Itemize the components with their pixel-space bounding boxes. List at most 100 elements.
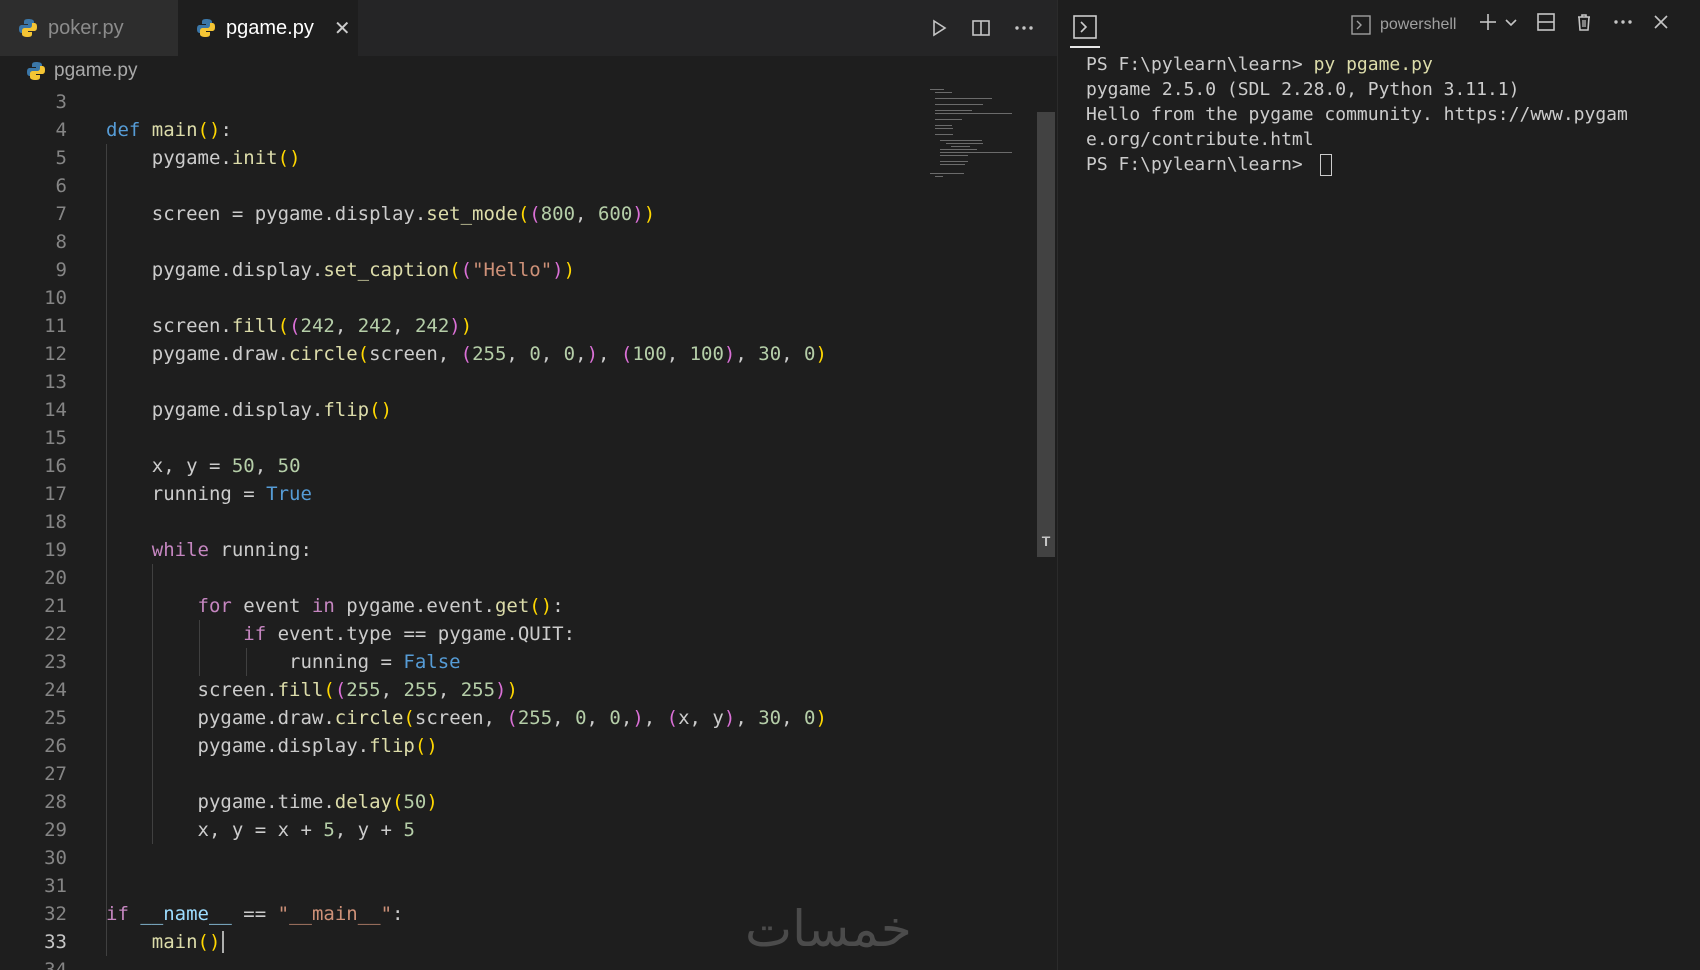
code-line[interactable]: 17 running = True (0, 480, 1035, 508)
code-line[interactable]: 14 pygame.display.flip() (0, 396, 1035, 424)
breadcrumb-file[interactable]: pgame.py (54, 60, 137, 82)
code-text: if event.type == pygame.QUIT: (243, 623, 576, 645)
code-line[interactable]: 9 pygame.display.set_caption(("Hello")) (0, 256, 1035, 284)
line-number: 10 (44, 287, 67, 309)
code-line[interactable]: 27 (0, 760, 1035, 788)
code-text: screen.fill((242, 242, 242)) (106, 315, 473, 337)
minimap-line (930, 89, 945, 90)
trash-icon[interactable] (1574, 12, 1594, 32)
code-line[interactable]: 6 (0, 172, 1035, 200)
line-number: 13 (44, 371, 67, 393)
code-line[interactable]: 26 pygame.display.flip() (0, 732, 1035, 760)
tab-pgame-py[interactable]: pgame.py ✕ (178, 0, 358, 56)
line-number: 25 (44, 707, 67, 729)
code-line[interactable]: 25 pygame.draw.circle(screen, (255, 0, 0… (0, 704, 1035, 732)
terminal-icon[interactable] (1072, 14, 1098, 40)
line-number: 14 (44, 399, 67, 421)
code-line[interactable]: 29 x, y = x + 5, y + 5 (0, 816, 1035, 844)
terminal-shell-selector[interactable]: powershell (1350, 14, 1456, 36)
chevron-down-icon[interactable] (1504, 12, 1518, 32)
text-cursor (222, 931, 224, 953)
minimap-line (935, 176, 943, 177)
minimap-line (935, 98, 993, 99)
breadcrumb[interactable]: pgame.py (0, 56, 1057, 86)
code-line[interactable]: 31 (0, 872, 1035, 900)
code-editor[interactable]: 3 4 def main(): 5 pygame.init() 6 7 screen = … (0, 90, 1035, 970)
watermark-logo: خمسات (745, 900, 912, 958)
scrollbar-thumb[interactable] (1037, 112, 1055, 557)
line-number: 32 (44, 903, 67, 925)
code-text: screen.fill((255, 255, 255)) (106, 679, 518, 701)
code-line[interactable]: 34 (0, 956, 1035, 970)
indent-guide (152, 564, 153, 844)
code-line[interactable]: 15 (0, 424, 1035, 452)
split-editor-icon[interactable] (971, 18, 991, 38)
editor-pane: poker.py pgame.py ✕ pgame.py 3 4 def main(… (0, 0, 1057, 970)
new-terminal-icon[interactable] (1478, 12, 1498, 32)
line-number: 21 (44, 595, 67, 617)
split-terminal-icon[interactable] (1536, 12, 1556, 32)
code-text: main() (151, 931, 221, 953)
line-number: 5 (55, 147, 67, 169)
code-text: pygame.display.set_caption(("Hello")) (106, 259, 576, 281)
code-line[interactable]: 8 (0, 228, 1035, 256)
code-text: pygame.display.flip() (106, 735, 438, 757)
code-line[interactable]: 12 pygame.draw.circle(screen, (255, 0, 0… (0, 340, 1035, 368)
code-text: if __name__ == "__main__": (106, 903, 404, 925)
line-number: 11 (44, 315, 67, 337)
terminal-prompt: PS F:\pylearn\learn> (1086, 54, 1314, 75)
terminal-actions (1478, 12, 1670, 32)
line-number: 22 (44, 623, 67, 645)
line-number: 12 (44, 343, 67, 365)
code-line[interactable]: 28 pygame.time.delay(50) (0, 788, 1035, 816)
code-line[interactable]: 22 if event.type == pygame.QUIT: (0, 620, 1035, 648)
more-actions-icon[interactable] (1013, 18, 1035, 38)
python-file-icon (19, 19, 37, 37)
code-line[interactable]: 3 (0, 90, 1035, 116)
code-line[interactable]: 5 pygame.init() (0, 144, 1035, 172)
line-number: 31 (44, 875, 67, 897)
line-number: 34 (44, 959, 67, 970)
minimap-line (940, 161, 968, 162)
line-number: 19 (44, 539, 67, 561)
run-icon[interactable] (929, 18, 949, 38)
minimap-line (935, 119, 963, 120)
code-line[interactable]: 4 def main(): (0, 116, 1035, 144)
minimap-line (935, 113, 1012, 114)
indent-guide (199, 620, 200, 676)
minimap-line (935, 110, 972, 111)
minimap[interactable] (930, 86, 1030, 206)
terminal-header: powershell (1058, 0, 1700, 56)
terminal-output[interactable]: PS F:\pylearn\learn> py pgame.py pygame 2… (1086, 52, 1696, 177)
code-line[interactable]: 7 screen = pygame.display.set_mode((800,… (0, 200, 1035, 228)
minimap-line (940, 140, 982, 141)
line-number: 9 (55, 259, 67, 281)
close-icon[interactable] (1652, 12, 1670, 32)
line-number: 7 (55, 203, 67, 225)
line-number: 17 (44, 483, 67, 505)
code-line[interactable]: 20 (0, 564, 1035, 592)
code-line[interactable]: 30 (0, 844, 1035, 872)
code-line[interactable]: 16 x, y = 50, 50 (0, 452, 1035, 480)
code-line[interactable]: 24 screen.fill((255, 255, 255)) (0, 676, 1035, 704)
code-line[interactable]: 19 while running: (0, 536, 1035, 564)
line-number: 18 (44, 511, 67, 533)
code-line[interactable]: 18 (0, 508, 1035, 536)
more-actions-icon[interactable] (1612, 12, 1634, 32)
code-text: running = False (106, 651, 461, 673)
editor-scrollbar[interactable] (1035, 86, 1057, 970)
code-line[interactable]: 10 (0, 284, 1035, 312)
line-number: 33 (44, 931, 67, 953)
code-text: pygame.display.flip() (106, 399, 393, 421)
code-line[interactable]: 23 running = False (0, 648, 1035, 676)
code-text: pygame.draw.circle(screen, (255, 0, 0,),… (106, 343, 827, 365)
close-icon[interactable]: ✕ (334, 16, 351, 41)
code-line[interactable]: 21 for event in pygame.event.get(): (0, 592, 1035, 620)
tab-poker-py[interactable]: poker.py (0, 0, 178, 56)
terminal-line: e.org/contribute.html (1086, 129, 1314, 150)
code-text: pygame.init() (106, 147, 301, 169)
code-line[interactable]: 11 screen.fill((242, 242, 242)) (0, 312, 1035, 340)
code-line[interactable]: 13 (0, 368, 1035, 396)
indent-guide (246, 648, 247, 676)
code-text: while running: (151, 539, 312, 561)
